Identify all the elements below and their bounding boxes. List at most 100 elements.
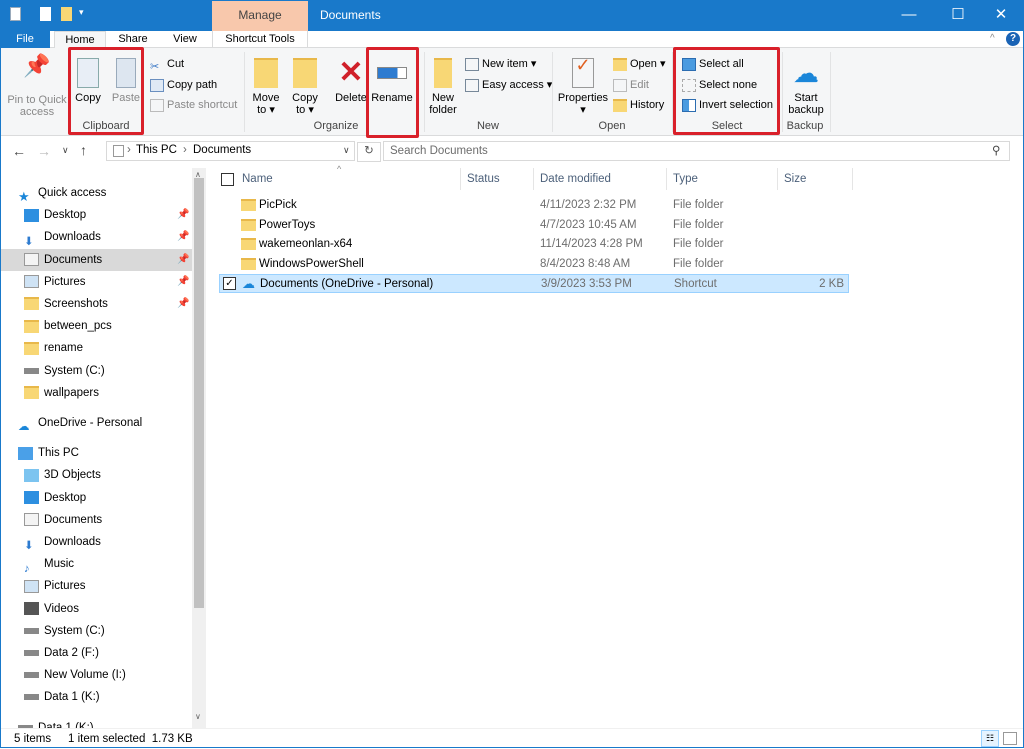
forward-button[interactable]: →	[37, 143, 51, 159]
search-icon: ⚲	[992, 143, 1000, 157]
row-checkbox[interactable]: ✓	[223, 277, 236, 290]
tab-file[interactable]: File	[0, 31, 50, 48]
new-folder-button[interactable]: New folder	[426, 58, 460, 116]
minimize-button[interactable]: —	[886, 0, 932, 31]
pinned-icon[interactable]: 📌	[177, 226, 189, 248]
select-all-checkbox[interactable]	[221, 173, 234, 186]
nav-item[interactable]: New Volume (I:)	[24, 664, 192, 686]
column-date-modified[interactable]: Date modified	[534, 168, 667, 190]
nav-item[interactable]: System (C:)	[24, 620, 192, 642]
nav-item[interactable]: Desktop📌	[24, 204, 192, 226]
large-icons-view-button[interactable]	[1003, 732, 1017, 745]
tab-share[interactable]: Share	[110, 31, 156, 48]
nav-item[interactable]: Documents	[24, 509, 192, 531]
pinned-icon[interactable]: 📌	[177, 293, 189, 315]
column-type[interactable]: Type	[667, 168, 778, 190]
nav-item[interactable]: rename	[24, 337, 192, 359]
pin-icon: 📌	[22, 60, 52, 90]
nav-item[interactable]: Desktop	[24, 487, 192, 509]
file-type: File folder	[673, 216, 724, 235]
details-view-button[interactable]: ☷	[981, 730, 999, 747]
nav-item-label: Desktop	[44, 492, 86, 504]
file-type: File folder	[673, 235, 724, 254]
back-button[interactable]: ←	[12, 143, 26, 159]
pin-to-quick-access-button[interactable]: 📌Pin to Quick access	[6, 60, 68, 118]
easy-access-button[interactable]: Easy access ▾	[465, 76, 552, 94]
column-status[interactable]: Status	[461, 168, 534, 190]
close-button[interactable]: ✕	[978, 0, 1024, 31]
scroll-down-icon[interactable]: ∨	[195, 712, 201, 721]
nav-item-label: Screenshots	[44, 298, 108, 310]
file-type: File folder	[673, 196, 724, 215]
breadcrumb-separator: ›	[127, 144, 131, 156]
copy-to-button[interactable]: Copy to ▾	[288, 58, 322, 116]
nav-item[interactable]: Pictures 📌	[24, 271, 192, 293]
refresh-button[interactable]: ↻	[357, 142, 381, 162]
delete-button[interactable]: ✕Delete	[333, 58, 369, 104]
nav-item[interactable]: Videos	[24, 598, 192, 620]
nav-item[interactable]: ♪Music	[24, 553, 192, 575]
maximize-button[interactable]: ☐	[935, 0, 981, 31]
nav-item[interactable]: Documents📌	[0, 249, 192, 271]
tab-view[interactable]: View	[162, 31, 208, 48]
nav-item[interactable]: This PC	[18, 442, 192, 464]
address-dropdown-icon[interactable]: ∨	[343, 145, 350, 156]
file-row[interactable]: PowerToys4/7/2023 10:45 AMFile folder	[219, 216, 849, 235]
nav-item[interactable]: ⬇Downloads	[24, 531, 192, 553]
nav-item[interactable]: Data 2 (F:)	[24, 642, 192, 664]
address-bar[interactable]: › This PC › Documents ∨	[106, 141, 355, 161]
drive-icon	[24, 672, 39, 678]
paste-shortcut-button[interactable]: Paste shortcut	[150, 96, 237, 114]
new-folder-quick-icon[interactable]	[61, 7, 72, 21]
folder-icon	[24, 386, 39, 399]
breadcrumb-documents[interactable]: Documents	[193, 144, 251, 156]
up-button[interactable]: ↑	[80, 142, 87, 158]
copy-path-button[interactable]: Copy path	[150, 76, 217, 94]
nav-item[interactable]: Screenshots 📌	[24, 293, 192, 315]
checkmark-quick-icon[interactable]	[40, 7, 51, 21]
drive-icon	[24, 628, 39, 634]
start-backup-button[interactable]: ☁Start backup	[784, 58, 828, 116]
collapse-ribbon-icon[interactable]: ^	[990, 33, 995, 44]
cut-button[interactable]: ✂Cut	[150, 55, 184, 73]
paste-shortcut-icon	[150, 99, 164, 112]
nav-scrollbar-thumb[interactable]	[194, 178, 204, 608]
help-icon[interactable]: ?	[1006, 32, 1020, 46]
manage-context-tab[interactable]: Manage	[212, 0, 308, 31]
nav-item[interactable]: Pictures	[24, 575, 192, 597]
file-row[interactable]: wakemeonlan-x6411/14/2023 4:28 PMFile fo…	[219, 235, 849, 254]
recent-locations-button[interactable]: ∨	[62, 145, 69, 156]
scroll-up-icon[interactable]: ∧	[195, 170, 201, 179]
nav-item[interactable]: Data 1 (K:)	[24, 686, 192, 708]
customize-quick-access-icon[interactable]: ▾	[79, 7, 84, 18]
new-item-button[interactable]: New item ▾	[465, 55, 536, 73]
nav-item[interactable]: Data 1 (K:)	[18, 717, 192, 728]
nav-item[interactable]: ★Quick access	[18, 182, 192, 204]
file-row[interactable]: PicPick4/11/2023 2:32 PMFile folder	[219, 196, 849, 215]
history-button[interactable]: History	[613, 96, 664, 114]
column-size[interactable]: Size	[778, 168, 853, 190]
breadcrumb-this-pc[interactable]: This PC	[136, 144, 177, 156]
move-to-button[interactable]: Move to ▾	[250, 58, 282, 116]
nav-item[interactable]: ☁OneDrive - Personal	[18, 412, 192, 434]
column-name[interactable]: Name	[236, 168, 461, 190]
properties-button[interactable]: ✓Properties▾	[556, 58, 610, 116]
nav-item[interactable]: between_pcs	[24, 315, 192, 337]
pinned-icon[interactable]: 📌	[177, 204, 189, 226]
edit-button[interactable]: Edit	[613, 76, 649, 94]
search-input[interactable]: Search Documents	[383, 141, 1010, 161]
pinned-icon[interactable]: 📌	[177, 249, 189, 271]
pinned-icon[interactable]: 📌	[177, 271, 189, 293]
file-row[interactable]: ✓☁Documents (OneDrive - Personal)3/9/202…	[219, 274, 849, 293]
properties-quick-icon[interactable]	[10, 7, 21, 21]
tab-shortcut-tools[interactable]: Shortcut Tools	[212, 31, 308, 48]
nav-item[interactable]: ⬇Downloads📌	[24, 226, 192, 248]
file-name: PicPick	[259, 196, 297, 215]
nav-item[interactable]: 3D Objects	[24, 464, 192, 486]
nav-item[interactable]: System (C:)	[24, 360, 192, 382]
nav-item[interactable]: wallpapers	[24, 382, 192, 404]
open-button[interactable]: Open ▾	[613, 55, 666, 73]
documents-icon	[24, 513, 39, 526]
nav-item-label: Pictures	[44, 276, 86, 288]
file-row[interactable]: WindowsPowerShell8/4/2023 8:48 AMFile fo…	[219, 255, 849, 274]
